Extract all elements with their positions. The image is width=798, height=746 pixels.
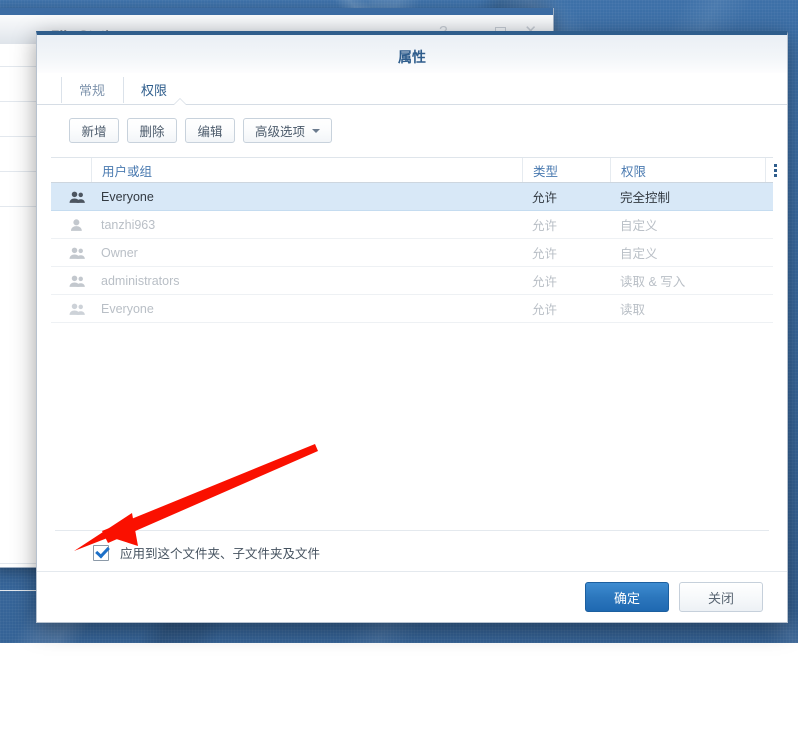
- row-user: tanzhi963: [91, 211, 522, 238]
- group-icon: [69, 302, 85, 316]
- row-user: administrators: [91, 267, 522, 294]
- close-button[interactable]: 关闭: [679, 582, 763, 612]
- row-type: 允许: [522, 183, 610, 210]
- confirm-button[interactable]: 确定: [585, 582, 669, 612]
- row-icon-cell: [51, 239, 91, 266]
- user-icon: [69, 218, 85, 232]
- active-tab-pointer: [173, 99, 187, 106]
- apply-checkbox[interactable]: [93, 545, 109, 561]
- grid-header-row: 用户或组 类型 权限: [51, 158, 773, 183]
- dialog-title: 属性: [37, 47, 787, 67]
- table-row[interactable]: Everyone 允许 完全控制: [51, 183, 773, 211]
- row-spacer: [765, 239, 785, 266]
- permissions-grid[interactable]: 用户或组 类型 权限 Everyone 允许 完: [51, 157, 773, 323]
- row-permission: 自定义: [610, 239, 765, 266]
- group-icon: [69, 190, 85, 204]
- dialog-footer: 确定 关闭: [37, 571, 787, 622]
- row-spacer: [765, 295, 785, 322]
- row-spacer: [765, 183, 785, 210]
- grid-header-select: [51, 158, 91, 182]
- tab-permissions-label: 权限: [141, 80, 167, 99]
- advanced-options-label: 高级选项: [255, 121, 305, 140]
- row-permission: 自定义: [610, 211, 765, 238]
- dialog-tabs[interactable]: 常规 权限: [37, 73, 787, 105]
- tab-underline: [37, 104, 787, 105]
- group-icon: [69, 246, 85, 260]
- row-type: 允许: [522, 211, 610, 238]
- row-type: 允许: [522, 295, 610, 322]
- column-menu-button[interactable]: [765, 158, 785, 182]
- grid-body[interactable]: Everyone 允许 完全控制 tanzhi963 允许 自定义: [51, 183, 773, 323]
- delete-button[interactable]: 删除: [127, 118, 177, 143]
- kebab-menu-icon: [774, 164, 777, 177]
- table-row[interactable]: Everyone 允许 读取: [51, 295, 773, 323]
- row-icon-cell: [51, 211, 91, 238]
- permissions-toolbar[interactable]: 新增 删除 编辑 高级选项: [37, 105, 787, 153]
- delete-button-label: 删除: [139, 121, 164, 140]
- add-button[interactable]: 新增: [69, 118, 119, 143]
- footer-divider: [55, 530, 769, 531]
- table-row[interactable]: tanzhi963 允许 自定义: [51, 211, 773, 239]
- grid-header-permission[interactable]: 权限: [610, 158, 765, 182]
- table-row[interactable]: administrators 允许 读取 & 写入: [51, 267, 773, 295]
- grid-header-user[interactable]: 用户或组: [91, 158, 522, 182]
- row-user: Owner: [91, 239, 522, 266]
- dialog-header: 属性: [37, 35, 787, 73]
- row-type: 允许: [522, 267, 610, 294]
- row-icon-cell: [51, 295, 91, 322]
- row-permission: 读取 & 写入: [610, 267, 765, 294]
- row-spacer: [765, 267, 785, 294]
- edit-button[interactable]: 编辑: [185, 118, 235, 143]
- table-row[interactable]: Owner 允许 自定义: [51, 239, 773, 267]
- row-user: Everyone: [91, 183, 522, 210]
- row-permission: 完全控制: [610, 183, 765, 210]
- edit-button-label: 编辑: [197, 121, 222, 140]
- apply-checkbox-label: 应用到这个文件夹、子文件夹及文件: [120, 543, 320, 562]
- confirm-button-label: 确定: [614, 588, 640, 607]
- group-icon: [69, 274, 85, 288]
- row-spacer: [765, 211, 785, 238]
- add-button-label: 新增: [81, 121, 106, 140]
- row-type: 允许: [522, 239, 610, 266]
- close-button-label: 关闭: [708, 588, 734, 607]
- row-permission: 读取: [610, 295, 765, 322]
- tab-general-label: 常规: [79, 80, 105, 99]
- properties-dialog[interactable]: 属性 常规 权限 新增 删除 编辑 高级选项 用户或组 类型: [36, 31, 788, 623]
- advanced-options-button[interactable]: 高级选项: [243, 118, 332, 143]
- row-icon-cell: [51, 267, 91, 294]
- chevron-down-icon: [312, 129, 320, 133]
- tab-general[interactable]: 常规: [61, 73, 123, 105]
- apply-checkbox-row[interactable]: 应用到这个文件夹、子文件夹及文件: [93, 543, 320, 562]
- row-user: Everyone: [91, 295, 522, 322]
- grid-header-type[interactable]: 类型: [522, 158, 610, 182]
- row-icon-cell: [51, 183, 91, 210]
